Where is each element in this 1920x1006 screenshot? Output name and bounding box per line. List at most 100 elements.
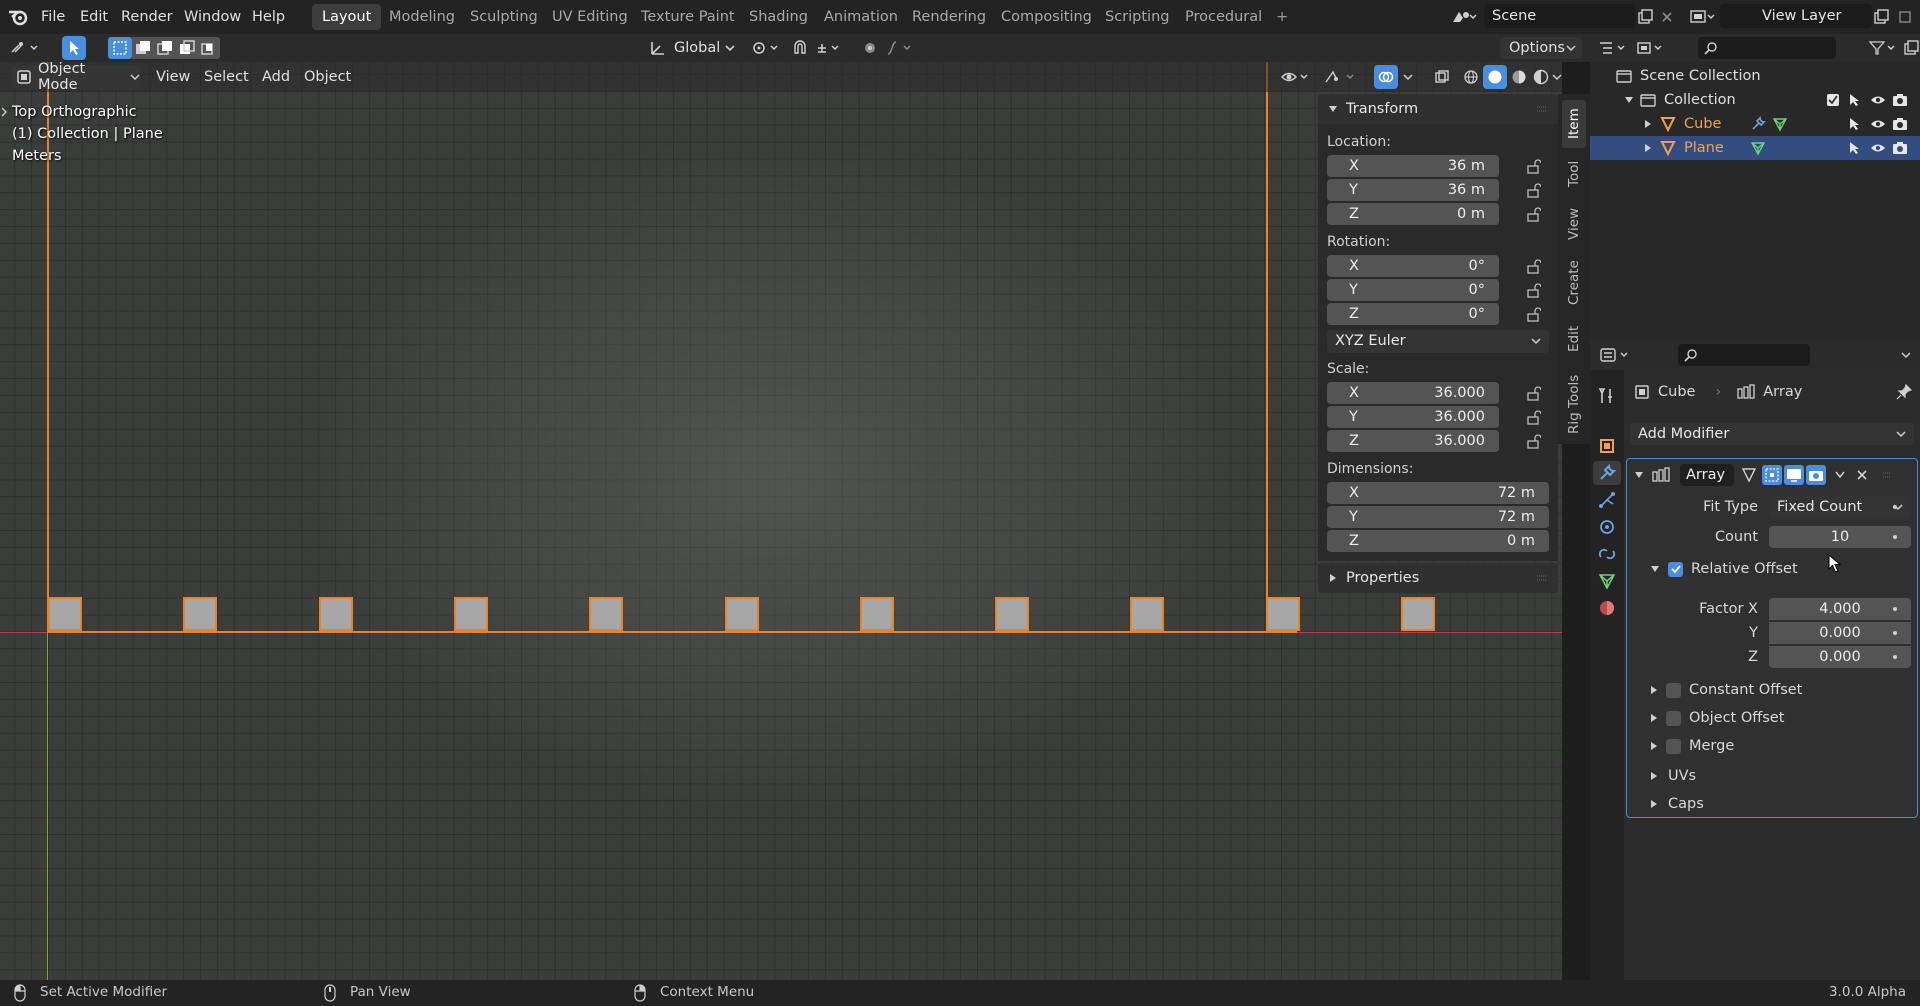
mesh-data-tab-icon[interactable] xyxy=(1595,569,1619,593)
sidebar-tab-tool[interactable]: Tool xyxy=(1562,152,1586,196)
tab-texture-paint[interactable]: Texture Paint xyxy=(631,4,745,30)
sidebar-tab-rig-tools[interactable]: Rig Tools xyxy=(1562,366,1586,442)
properties-search-input[interactable] xyxy=(1678,344,1810,366)
drag-handle-icon[interactable] xyxy=(1536,574,1548,582)
tab-compositing[interactable]: Compositing xyxy=(991,4,1102,30)
viewport-menu-view[interactable]: View xyxy=(148,65,198,89)
rendered-shading-icon[interactable] xyxy=(1530,66,1552,88)
scene-name-field[interactable]: Scene xyxy=(1484,4,1636,28)
location-y-field[interactable]: Y 36 m xyxy=(1327,178,1499,202)
physics-tab-icon[interactable] xyxy=(1595,515,1619,539)
menu-window[interactable]: Window xyxy=(175,0,250,34)
factor-x-field[interactable]: 4.000 xyxy=(1769,598,1911,620)
view-layer-icon[interactable] xyxy=(1686,5,1718,29)
tab-rendering[interactable]: Rendering xyxy=(902,4,996,30)
array-copy-cube[interactable] xyxy=(48,597,82,631)
drag-handle-icon[interactable] xyxy=(1882,471,1892,479)
snap-magnet-icon[interactable] xyxy=(788,37,812,59)
select-intersect-icon[interactable] xyxy=(198,37,220,59)
tab-uv-editing[interactable]: UV Editing xyxy=(542,4,638,30)
chevron-down-icon[interactable] xyxy=(1400,66,1416,88)
menu-edit[interactable]: Edit xyxy=(71,0,117,34)
count-field[interactable]: 10 xyxy=(1769,526,1911,548)
on-cage-icon[interactable] xyxy=(1740,466,1758,484)
array-copy-cube[interactable] xyxy=(1401,597,1435,631)
new-view-layer-icon[interactable] xyxy=(1870,6,1892,28)
scale-y-field[interactable]: Y 36.000 xyxy=(1327,405,1499,429)
relative-offset-checkbox[interactable] xyxy=(1668,561,1683,577)
unlock-icon[interactable] xyxy=(1521,256,1545,276)
tab-animation[interactable]: Animation xyxy=(814,4,908,30)
edit-mode-toggle-icon[interactable] xyxy=(1762,465,1782,485)
rotation-z-field[interactable]: Z 0° xyxy=(1327,302,1499,326)
outliner-row-scene-collection[interactable]: Scene Collection xyxy=(1590,64,1920,88)
tab-shading[interactable]: Shading xyxy=(739,4,818,30)
new-scene-icon[interactable] xyxy=(1634,6,1656,28)
visibility-selectability-icon[interactable] xyxy=(1278,66,1312,88)
array-copy-cube[interactable] xyxy=(1130,597,1165,631)
sidebar-tab-view[interactable]: View xyxy=(1562,200,1586,248)
object-properties-tab-icon[interactable] xyxy=(1595,434,1619,458)
constant-offset-subpanel-header[interactable]: Constant Offset xyxy=(1650,679,1802,701)
mode-selector[interactable]: Object Mode xyxy=(12,61,140,93)
remove-view-layer-icon[interactable] xyxy=(1894,6,1916,28)
expand-arrow-icon[interactable] xyxy=(1644,119,1652,129)
select-arrow-icon[interactable] xyxy=(1848,141,1860,155)
unlock-icon[interactable] xyxy=(1521,204,1545,224)
collapse-arrow-icon[interactable] xyxy=(1624,95,1634,105)
options-dropdown[interactable]: Options xyxy=(1500,37,1582,59)
blender-logo-icon[interactable] xyxy=(6,5,30,29)
rotation-x-field[interactable]: X 0° xyxy=(1327,254,1499,278)
tab-layout[interactable]: Layout xyxy=(312,4,382,30)
viewport-menu-add[interactable]: Add xyxy=(254,65,298,89)
add-workspace-button[interactable]: + xyxy=(1266,4,1298,30)
add-modifier-dropdown[interactable]: Add Modifier xyxy=(1630,423,1914,445)
eye-icon[interactable] xyxy=(1870,118,1886,130)
array-copy-cube[interactable] xyxy=(724,597,759,631)
unlock-icon[interactable] xyxy=(1521,431,1545,451)
sidebar-tab-edit[interactable]: Edit xyxy=(1562,318,1586,360)
object-offset-checkbox[interactable] xyxy=(1666,710,1681,726)
keyframe-dot-icon[interactable] xyxy=(1893,505,1897,509)
array-copy-cube[interactable] xyxy=(1265,597,1300,631)
sidebar-tab-create[interactable]: Create xyxy=(1562,252,1586,314)
rotation-mode-dropdown[interactable]: XYZ Euler xyxy=(1327,329,1549,353)
wireframe-shading-icon[interactable] xyxy=(1460,66,1482,88)
filter-icon[interactable] xyxy=(1866,37,1900,59)
modifier-extras-chevron-icon[interactable] xyxy=(1834,470,1846,480)
modifier-name-field[interactable]: Array xyxy=(1680,464,1734,486)
tab-modeling[interactable]: Modeling xyxy=(379,4,465,30)
merge-subpanel-header[interactable]: Merge xyxy=(1650,735,1734,757)
array-copy-cube[interactable] xyxy=(183,597,218,631)
snap-target-icon[interactable] xyxy=(814,37,848,59)
dimensions-y-field[interactable]: Y 72 m xyxy=(1327,505,1549,529)
chevron-down-icon[interactable] xyxy=(1552,66,1562,88)
proportional-falloff-icon[interactable] xyxy=(884,37,918,59)
scale-x-field[interactable]: X 36.000 xyxy=(1327,381,1499,405)
material-tab-icon[interactable] xyxy=(1595,596,1619,620)
factor-y-field[interactable]: 0.000 xyxy=(1769,622,1911,644)
display-mode-icon[interactable] xyxy=(1634,37,1668,59)
menu-help[interactable]: Help xyxy=(243,0,294,34)
unlock-icon[interactable] xyxy=(1521,304,1545,324)
tool-properties-tab-icon[interactable] xyxy=(1595,384,1619,408)
unlock-icon[interactable] xyxy=(1521,280,1545,300)
transform-panel-header[interactable]: Transform xyxy=(1318,94,1558,124)
viewport-menu-select[interactable]: Select xyxy=(196,65,257,89)
fit-type-dropdown[interactable]: Fixed Count xyxy=(1769,496,1911,518)
overlays-icon[interactable] xyxy=(1374,65,1398,89)
particles-tab-icon[interactable] xyxy=(1595,488,1619,512)
viewport-display-toggle-icon[interactable] xyxy=(1784,465,1804,485)
chevron-down-icon[interactable] xyxy=(1896,344,1916,366)
keyframe-dot-icon[interactable] xyxy=(1893,631,1897,635)
unlock-icon[interactable] xyxy=(1521,407,1545,427)
render-toggle-icon[interactable] xyxy=(1806,465,1826,485)
exclude-checkbox[interactable] xyxy=(1826,93,1840,107)
array-copy-cube[interactable] xyxy=(318,597,353,631)
remove-modifier-icon[interactable] xyxy=(1856,469,1868,481)
modifier-properties-tab-icon[interactable] xyxy=(1593,461,1621,485)
dimensions-x-field[interactable]: X 72 m xyxy=(1327,481,1549,505)
menu-file[interactable]: File xyxy=(32,0,74,34)
array-copy-cube[interactable] xyxy=(859,597,894,631)
select-extend-icon[interactable] xyxy=(132,37,154,59)
